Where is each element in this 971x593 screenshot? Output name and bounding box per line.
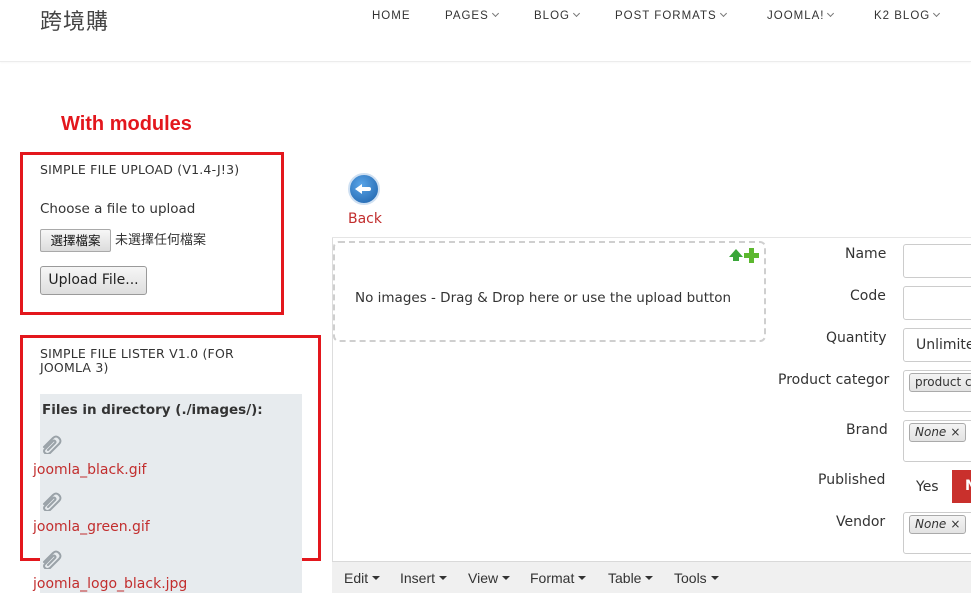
- chevron-down-icon: [719, 9, 727, 18]
- remove-icon[interactable]: ×: [950, 425, 960, 439]
- caret-down-icon: [439, 576, 448, 580]
- category-label: Product categor: [778, 372, 890, 388]
- back-arrow-icon[interactable]: [348, 173, 380, 205]
- files-panel: [40, 394, 302, 593]
- caret-down-icon: [710, 576, 719, 580]
- code-input[interactable]: [903, 286, 971, 320]
- nav-blog[interactable]: BLOG: [534, 9, 581, 22]
- caret-down-icon: [645, 576, 654, 580]
- remove-icon[interactable]: ×: [950, 517, 960, 531]
- published-no-button[interactable]: N: [952, 470, 971, 503]
- add-image-icon[interactable]: [744, 248, 759, 263]
- menu-insert[interactable]: Insert: [400, 570, 448, 586]
- choose-file-button[interactable]: 選擇檔案: [40, 229, 111, 252]
- name-input[interactable]: [903, 244, 971, 278]
- paperclip-icon: [43, 492, 62, 511]
- nav-joomla[interactable]: JOOMLA!: [767, 9, 835, 22]
- chevron-down-icon: [827, 9, 835, 18]
- brand-chip[interactable]: None ×: [909, 423, 967, 442]
- dropzone-text: No images - Drag & Drop here or use the …: [355, 290, 732, 306]
- paperclip-icon: [43, 435, 62, 454]
- site-logo[interactable]: 跨境購: [40, 4, 109, 36]
- brand-chip-label: None: [915, 425, 947, 439]
- file-link[interactable]: joomla_logo_black.jpg: [33, 576, 187, 592]
- files-heading: Files in directory (./images/):: [42, 402, 263, 418]
- no-file-text: 未選擇任何檔案: [115, 233, 207, 248]
- upload-arrow-icon[interactable]: [729, 249, 743, 257]
- nav-post-formats[interactable]: POST FORMATS: [615, 9, 727, 22]
- nav-k2-blog[interactable]: K2 BLOG: [874, 9, 941, 22]
- caret-down-icon: [372, 576, 381, 580]
- nav-pages[interactable]: PAGES: [445, 9, 499, 22]
- menu-table[interactable]: Table: [608, 570, 654, 586]
- upload-file-button[interactable]: Upload File...: [40, 266, 147, 295]
- annotation-label: With modules: [61, 113, 192, 135]
- upload-module-title: SIMPLE FILE UPLOAD (V1.4-J!3): [40, 162, 240, 177]
- published-yes-button[interactable]: Yes: [916, 479, 939, 495]
- file-link[interactable]: joomla_green.gif: [33, 519, 150, 535]
- lister-module-title: SIMPLE FILE LISTER V1.0 (FOR JOOMLA 3): [40, 346, 234, 375]
- name-label: Name: [845, 246, 887, 262]
- quantity-label: Quantity: [826, 330, 887, 346]
- vendor-label: Vendor: [836, 514, 886, 530]
- code-label: Code: [850, 288, 886, 304]
- menu-tools[interactable]: Tools: [674, 570, 719, 586]
- caret-down-icon: [502, 576, 511, 580]
- chevron-down-icon: [572, 9, 581, 18]
- brand-label: Brand: [846, 422, 888, 438]
- quantity-input[interactable]: Unlimite: [903, 328, 971, 362]
- vendor-chip[interactable]: None ×: [909, 515, 967, 534]
- category-chip[interactable]: product c: [909, 373, 971, 392]
- menu-view[interactable]: View: [468, 570, 511, 586]
- chevron-down-icon: [933, 9, 941, 18]
- nav-home[interactable]: HOME: [372, 10, 411, 22]
- vendor-chip-label: None: [915, 517, 947, 531]
- file-link[interactable]: joomla_black.gif: [33, 462, 146, 478]
- back-button[interactable]: Back: [348, 211, 382, 227]
- quantity-value: Unlimite: [916, 337, 971, 353]
- published-label: Published: [818, 472, 886, 488]
- menu-edit[interactable]: Edit: [344, 570, 381, 586]
- toolbar: [332, 162, 971, 238]
- paperclip-icon: [43, 550, 62, 569]
- menu-format[interactable]: Format: [530, 570, 587, 586]
- chevron-down-icon: [491, 9, 499, 18]
- caret-down-icon: [578, 576, 587, 580]
- choose-file-label: Choose a file to upload: [40, 201, 196, 217]
- upload-arrow-stem: [733, 257, 739, 261]
